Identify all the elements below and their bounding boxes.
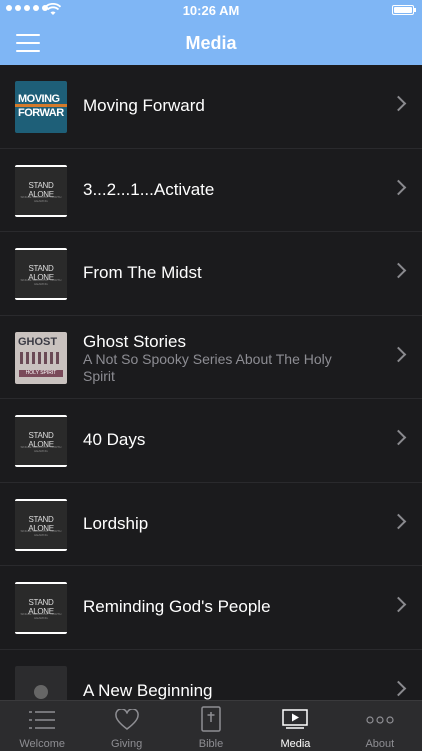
item-subtitle: A Not So Spooky Series About The Holy Sp… <box>83 350 332 384</box>
list-item[interactable]: STAND ALONE SINGLE SERMONS · WORTH HEARI… <box>0 149 422 232</box>
series-thumbnail: STAND ALONE SINGLE SERMONS · WORTH HEARI… <box>15 248 67 300</box>
more-icon <box>366 716 394 724</box>
list-item[interactable]: A New Beginning <box>0 650 422 700</box>
battery-icon <box>392 5 416 15</box>
series-thumbnail: STAND ALONE SINGLE SERMONS · WORTH HEARI… <box>15 164 67 217</box>
list-icon <box>29 711 56 729</box>
item-title: Ghost Stories <box>83 331 186 351</box>
item-title: From The Midst <box>83 263 202 282</box>
chevron-right-icon <box>390 179 407 195</box>
tab-about[interactable]: About <box>338 701 422 751</box>
chevron-right-icon <box>390 513 407 529</box>
tab-label: Welcome <box>19 738 66 750</box>
tab-label: Media <box>280 738 311 750</box>
item-title: Reminding God's People <box>83 597 271 616</box>
status-time: 10:26 AM <box>182 3 240 18</box>
tab-giving[interactable]: Giving <box>84 701 168 751</box>
tab-label: Bible <box>198 738 224 750</box>
tab-bible[interactable]: Bible <box>169 701 253 751</box>
series-thumbnail: MOVING FORWAR <box>15 81 67 133</box>
chevron-right-icon <box>390 680 407 696</box>
status-bar: 10:26 AM <box>0 0 422 22</box>
list-item[interactable]: GHOST HOLY SPIRIT Ghost Stories A Not So… <box>0 316 422 399</box>
series-thumbnail <box>15 665 67 700</box>
heart-icon <box>114 709 139 730</box>
chevron-right-icon <box>390 95 407 112</box>
item-title: Moving Forward <box>83 96 205 115</box>
play-icon <box>282 709 309 729</box>
tab-label: About <box>365 738 395 750</box>
tab-media[interactable]: Media <box>253 701 337 751</box>
page-title: Media <box>185 33 237 53</box>
nav-bar: Media <box>0 22 422 65</box>
list-item[interactable]: STAND ALONE SINGLE SERMONS · WORTH HEARI… <box>0 566 422 650</box>
item-title: Lordship <box>83 513 149 533</box>
chevron-right-icon <box>390 596 407 613</box>
list-item[interactable]: STAND ALONE SINGLE SERMONS · WORTH HEARI… <box>0 399 422 483</box>
series-thumbnail: STAND ALONE SINGLE SERMONS · WORTH HEARI… <box>15 415 67 467</box>
item-title: 3...2...1...Activate <box>83 179 215 199</box>
series-thumbnail: GHOST HOLY SPIRIT <box>15 331 67 384</box>
chevron-right-icon <box>390 346 407 362</box>
series-thumbnail: STAND ALONE SINGLE SERMONS · WORTH HEARI… <box>15 498 67 551</box>
list-item[interactable]: MOVING FORWAR Moving Forward <box>0 65 422 149</box>
tab-label: Giving <box>111 738 143 750</box>
item-title: 40 Days <box>83 430 146 449</box>
bible-icon <box>201 706 221 732</box>
list-item[interactable]: STAND ALONE SINGLE SERMONS · WORTH HEARI… <box>0 232 422 316</box>
tab-bar: Welcome Giving Bible Media About <box>0 700 422 751</box>
media-list[interactable]: MOVING FORWAR Moving Forward STAND ALONE… <box>0 65 422 700</box>
chevron-right-icon <box>390 429 407 446</box>
tab-welcome[interactable]: Welcome <box>0 701 84 751</box>
item-title: A New Beginning <box>83 680 213 700</box>
chevron-right-icon <box>390 262 407 279</box>
list-item[interactable]: STAND ALONE SINGLE SERMONS · WORTH HEARI… <box>0 483 422 566</box>
series-thumbnail: STAND ALONE SINGLE SERMONS · WORTH HEARI… <box>15 582 67 634</box>
